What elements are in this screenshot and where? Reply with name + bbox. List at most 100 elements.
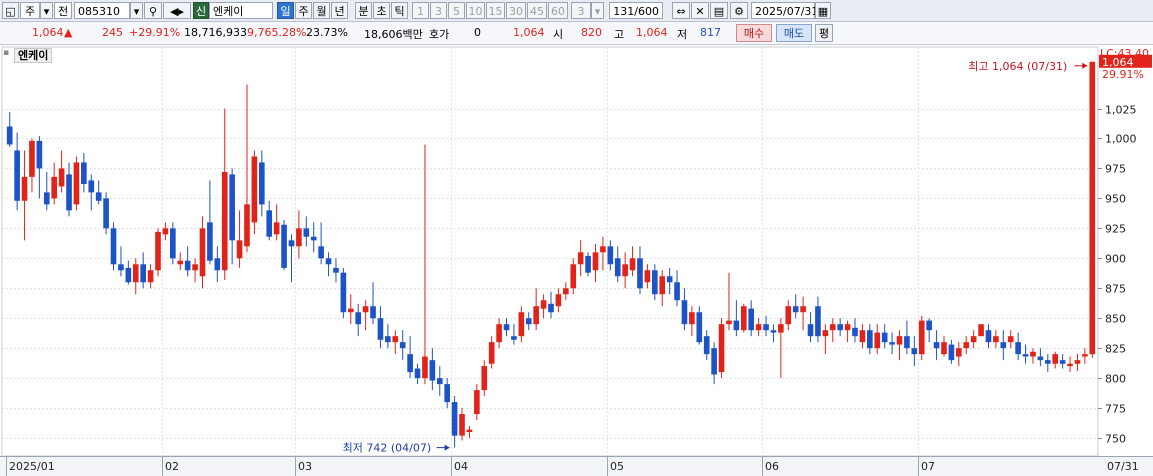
- candle-body: [1007, 336, 1014, 343]
- candle-body: [296, 228, 302, 247]
- candle-body: [407, 354, 413, 373]
- period-month-button[interactable]: 월: [313, 2, 330, 19]
- candle-body: [511, 336, 517, 340]
- count-input[interactable]: 3: [571, 2, 591, 19]
- date-value: 2025/07/31: [755, 5, 819, 18]
- tick-30-button[interactable]: 30: [506, 2, 526, 19]
- chevron-down-icon[interactable]: ▾: [40, 2, 53, 19]
- eval-button[interactable]: 평: [815, 24, 833, 42]
- tick-15-button[interactable]: 15: [486, 2, 505, 19]
- date-input[interactable]: 2025/07/31: [751, 2, 819, 19]
- candle-body: [385, 336, 391, 343]
- candle-body: [918, 320, 925, 355]
- period-minute-button[interactable]: 분: [355, 2, 372, 19]
- x-tick-label: 2025/01: [9, 460, 55, 473]
- prev-button[interactable]: 전: [54, 2, 72, 19]
- candle-body: [1000, 342, 1007, 349]
- buy-button[interactable]: 매수: [736, 24, 772, 42]
- candle-body: [103, 198, 109, 229]
- candle-body: [629, 258, 636, 271]
- period-second-button[interactable]: 초: [373, 2, 390, 19]
- paging-value: 131/600: [613, 5, 659, 18]
- candle-body: [340, 272, 347, 313]
- period-week-button[interactable]: 주: [295, 2, 312, 19]
- period-type-select[interactable]: 주: [20, 2, 40, 19]
- crosshair-icon[interactable]: ✕: [691, 2, 709, 19]
- candle-body: [503, 324, 510, 331]
- candle-body: [726, 320, 732, 325]
- candle-body: [392, 336, 399, 343]
- tick-10-label: 10: [468, 5, 483, 18]
- candle-body: [844, 324, 851, 331]
- candle-body: [177, 260, 184, 265]
- tick-5-button[interactable]: 5: [448, 2, 465, 19]
- candle-body: [1074, 360, 1081, 364]
- sell-button[interactable]: 매도: [776, 24, 812, 42]
- candle-body: [221, 172, 228, 271]
- candle-body: [1082, 354, 1088, 357]
- arrows-icon[interactable]: ⇔: [672, 2, 690, 19]
- period-year-button[interactable]: 년: [331, 2, 348, 19]
- window-icon[interactable]: ◱: [2, 2, 19, 19]
- candle-body: [689, 312, 695, 325]
- volume-icon[interactable]: ◀▸: [163, 2, 191, 19]
- candle-body: [362, 306, 369, 313]
- y-tick-label: 900: [1105, 253, 1126, 266]
- candle-body: [896, 336, 903, 345]
- chevron-down-icon[interactable]: ▾: [591, 2, 604, 19]
- chart-toolbar: ◱ 주 ▾ 전 085310 ▾ ⚲ ◀▸ 신 엔케이 일 주 월 년 분 초 …: [0, 0, 1153, 22]
- candlestick-chart[interactable]: 750 775 800 825 850 875 900 925 950 975 1,000 1,025…: [0, 45, 1153, 476]
- candle-body: [792, 306, 799, 313]
- candle-body: [822, 330, 829, 337]
- x-tick-label: 02: [165, 460, 179, 473]
- tick-1-button[interactable]: 1: [412, 2, 429, 19]
- tick-45-button[interactable]: 45: [527, 2, 547, 19]
- stock-name-field[interactable]: 엔케이: [209, 2, 273, 19]
- candle-body: [570, 264, 577, 289]
- save-icon[interactable]: ▤: [710, 2, 728, 19]
- candle-body: [192, 264, 198, 271]
- grip-icon[interactable]: ▪: [3, 48, 9, 58]
- candle-body: [592, 252, 599, 271]
- candle-body: [703, 336, 710, 355]
- candle-body: [488, 342, 495, 364]
- change-value: 245: [102, 26, 123, 39]
- last-pct-label: 29.91%: [1102, 68, 1144, 81]
- candle-body: [637, 258, 643, 289]
- search-icon[interactable]: ⚲: [144, 2, 162, 19]
- calendar-icon[interactable]: ▦: [815, 2, 831, 19]
- candle-body: [911, 348, 918, 355]
- tick-3-button[interactable]: 3: [430, 2, 447, 19]
- chevron-down-icon[interactable]: ▾: [130, 2, 143, 19]
- y-tick-label: 775: [1105, 403, 1126, 416]
- candle-body: [281, 224, 287, 268]
- period-tick-button[interactable]: 틱: [391, 2, 408, 19]
- period-minute-label: 분: [358, 5, 369, 18]
- volume-value: 18,716,933: [184, 26, 247, 39]
- tick-1-label: 1: [417, 5, 424, 18]
- candle-body: [718, 324, 725, 373]
- candle-body: [563, 288, 569, 295]
- tick-60-button[interactable]: 60: [548, 2, 568, 19]
- buy-label: 매수: [743, 27, 765, 40]
- y-tick-label: 750: [1105, 433, 1126, 446]
- x-tick-label: 03: [298, 460, 312, 473]
- tick-10-button[interactable]: 10: [466, 2, 485, 19]
- paging-field[interactable]: 131/600: [609, 2, 663, 19]
- gear-icon[interactable]: ⚙: [730, 2, 748, 19]
- candle-body: [288, 240, 295, 247]
- candle-body: [377, 318, 384, 340]
- candle-body: [451, 402, 458, 436]
- low-annotation: 최저 742 (04/07): [343, 442, 432, 455]
- candle-body: [651, 270, 658, 295]
- stock-name: 엔케이: [213, 5, 244, 18]
- candle-body: [837, 324, 844, 331]
- high-label: 고: [614, 28, 625, 41]
- candle-body: [666, 276, 673, 283]
- x-tick-label: 07: [921, 460, 935, 473]
- code-input[interactable]: 085310: [74, 2, 130, 19]
- candle-body: [266, 210, 273, 237]
- period-day-button[interactable]: 일: [277, 2, 294, 19]
- count-value: 3: [577, 5, 585, 18]
- y-tick-label: 975: [1105, 163, 1126, 176]
